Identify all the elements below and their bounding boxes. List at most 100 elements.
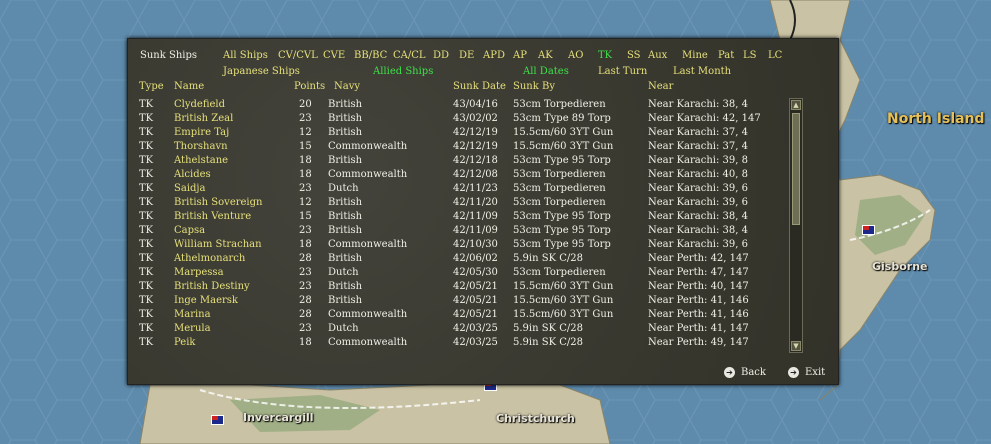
filter-lc[interactable]: LC: [768, 50, 782, 62]
scroll-down-icon[interactable]: ▼: [791, 341, 801, 351]
filter-tk[interactable]: TK: [598, 50, 612, 62]
cell-name[interactable]: Empire Taj: [174, 127, 229, 139]
cell-name[interactable]: Merula: [174, 323, 211, 335]
filter-bb-bc[interactable]: BB/BC: [354, 50, 387, 62]
cell-points: 18: [299, 155, 312, 166]
filter-aux[interactable]: Aux: [648, 50, 667, 62]
filter-last-month[interactable]: Last Month: [673, 66, 731, 78]
table-row[interactable]: TK British Zeal 23 British 43/02/02 53cm…: [128, 113, 788, 127]
filter-all-dates[interactable]: All Dates: [523, 66, 569, 78]
base-flag-icon[interactable]: [211, 415, 224, 425]
cell-name[interactable]: Peik: [174, 337, 195, 349]
cell-name[interactable]: Saidja: [174, 183, 205, 195]
table-row[interactable]: TK Merula 23 Dutch 42/03/25 5.9in SK C/2…: [128, 323, 788, 337]
table-row[interactable]: TK British Venture 15 British 42/11/09 5…: [128, 211, 788, 225]
table-row[interactable]: TK Marpessa 23 Dutch 42/05/30 53cm Torpe…: [128, 267, 788, 281]
cell-sunk-by: 53cm Type 95 Torp: [513, 211, 611, 222]
filter-de[interactable]: DE: [459, 50, 474, 62]
cell-name[interactable]: William Strachan: [174, 239, 262, 251]
cell-name[interactable]: Thorshavn: [174, 141, 228, 153]
table-row[interactable]: TK Alcides 18 Commonwealth 42/12/08 53cm…: [128, 169, 788, 183]
filter-mine[interactable]: Mine: [682, 50, 708, 62]
scroll-thumb[interactable]: [792, 113, 800, 225]
table-row[interactable]: TK Athelstane 18 British 42/12/18 53cm T…: [128, 155, 788, 169]
cell-type: TK: [139, 211, 154, 222]
base-flag-icon[interactable]: [862, 225, 875, 235]
column-header-points[interactable]: Points: [294, 81, 325, 93]
cell-type: TK: [139, 267, 154, 278]
back-label: Back: [741, 367, 766, 378]
cell-type: TK: [139, 113, 154, 124]
cell-near: Near Perth: 49, 147: [648, 337, 749, 348]
cell-name[interactable]: Clydefield: [174, 99, 225, 111]
filter-japanese-ships[interactable]: Japanese Ships: [223, 66, 300, 78]
table-row[interactable]: TK Clydefield 20 British 43/04/16 53cm T…: [128, 99, 788, 113]
filter-ls[interactable]: LS: [743, 50, 757, 62]
table-row[interactable]: TK Saidja 23 Dutch 42/11/23 53cm Torpedi…: [128, 183, 788, 197]
cell-points: 23: [299, 267, 312, 278]
cell-name[interactable]: Athelmonarch: [174, 253, 245, 265]
column-header-navy[interactable]: Navy: [334, 81, 360, 93]
cell-name[interactable]: Marpessa: [174, 267, 224, 279]
cell-sunk-by: 53cm Type 95 Torp: [513, 225, 611, 236]
table-row[interactable]: TK Inge Maersk 28 British 42/05/21 15.5c…: [128, 295, 788, 309]
cell-points: 18: [299, 169, 312, 180]
filter-apd[interactable]: APD: [483, 50, 505, 62]
exit-button[interactable]: ➔ Exit: [788, 367, 825, 379]
filter-ak[interactable]: AK: [538, 50, 553, 62]
filter-pat[interactable]: Pat: [718, 50, 734, 62]
column-header-sunk-by[interactable]: Sunk By: [513, 81, 555, 93]
filter-all-ships[interactable]: All Ships: [223, 50, 268, 62]
filter-allied-ships[interactable]: Allied Ships: [373, 66, 433, 78]
cell-type: TK: [139, 99, 154, 110]
cell-name[interactable]: Athelstane: [174, 155, 228, 167]
cell-date: 42/12/19: [453, 127, 498, 138]
cell-navy: British: [328, 155, 363, 166]
cell-name[interactable]: British Sovereign: [174, 197, 262, 209]
table-row[interactable]: TK Athelmonarch 28 British 42/06/02 5.9i…: [128, 253, 788, 267]
filter-ca-cl[interactable]: CA/CL: [393, 50, 426, 62]
cell-date: 42/12/19: [453, 141, 498, 152]
arrow-right-icon: ➔: [788, 367, 799, 378]
cell-name[interactable]: Capsa: [174, 225, 205, 237]
cell-near: Near Perth: 40, 147: [648, 281, 749, 292]
table-row[interactable]: TK British Destiny 23 British 42/05/21 1…: [128, 281, 788, 295]
column-header-name[interactable]: Name: [174, 81, 204, 93]
column-header-type[interactable]: Type: [139, 81, 164, 93]
table-row[interactable]: TK British Sovereign 12 British 42/11/20…: [128, 197, 788, 211]
cell-near: Near Karachi: 37, 4: [648, 141, 748, 152]
cell-name[interactable]: British Zeal: [174, 113, 233, 125]
table-row[interactable]: TK Peik 18 Commonwealth 42/03/25 5.9in S…: [128, 337, 788, 351]
table-row[interactable]: TK Empire Taj 12 British 42/12/19 15.5cm…: [128, 127, 788, 141]
filter-ap[interactable]: AP: [513, 50, 527, 62]
table-row[interactable]: TK Capsa 23 British 42/11/09 53cm Type 9…: [128, 225, 788, 239]
cell-points: 20: [299, 99, 312, 110]
filter-cve[interactable]: CVE: [323, 50, 345, 62]
cell-points: 28: [299, 253, 312, 264]
filter-dd[interactable]: DD: [433, 50, 449, 62]
cell-type: TK: [139, 239, 154, 250]
cell-name[interactable]: Marina: [174, 309, 211, 321]
filter-ss[interactable]: SS: [627, 50, 641, 62]
scroll-up-icon[interactable]: ▲: [791, 100, 801, 110]
cell-near: Near Perth: 42, 147: [648, 253, 749, 264]
table-row[interactable]: TK William Strachan 18 Commonwealth 42/1…: [128, 239, 788, 253]
filter-last-turn[interactable]: Last Turn: [598, 66, 647, 78]
exit-label: Exit: [805, 367, 826, 378]
back-button[interactable]: ➔ Back: [724, 367, 766, 379]
list-scrollbar[interactable]: ▲ ▼: [789, 98, 803, 353]
table-row[interactable]: TK Thorshavn 15 Commonwealth 42/12/19 15…: [128, 141, 788, 155]
map-label-christchurch: Christchurch: [496, 412, 575, 425]
table-row[interactable]: TK Marina 28 Commonwealth 42/05/21 15.5c…: [128, 309, 788, 323]
cell-name[interactable]: Inge Maersk: [174, 295, 238, 307]
filter-ao[interactable]: AO: [568, 50, 583, 62]
cell-date: 43/02/02: [453, 113, 498, 124]
cell-name[interactable]: British Destiny: [174, 281, 250, 293]
column-header-sunk-date[interactable]: Sunk Date: [453, 81, 506, 93]
cell-sunk-by: 15.5cm/60 3YT Gun: [513, 281, 614, 292]
column-header-near[interactable]: Near: [648, 81, 673, 93]
cell-name[interactable]: Alcides: [174, 169, 211, 181]
cell-points: 15: [299, 211, 312, 222]
cell-name[interactable]: British Venture: [174, 211, 251, 223]
filter-cv-cvl[interactable]: CV/CVL: [278, 50, 318, 62]
